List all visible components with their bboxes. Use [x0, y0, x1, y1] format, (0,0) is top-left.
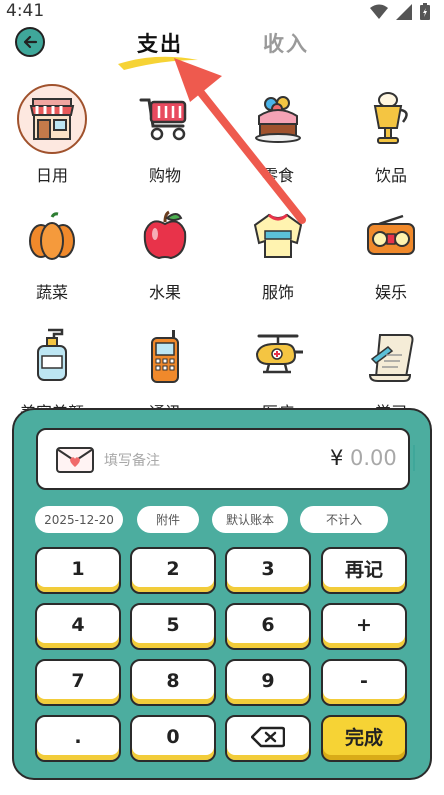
key-0[interactable]: 0 [130, 715, 216, 762]
record-again-button[interactable]: 再记 [321, 547, 407, 594]
phone-icon [130, 321, 200, 391]
envelope-icon [56, 447, 94, 473]
active-tab-underline [118, 56, 198, 70]
apple-icon [130, 201, 200, 271]
category-snacks[interactable]: 零食 [233, 84, 323, 194]
category-clothing[interactable]: 服饰 [233, 201, 323, 311]
arrow-left-icon [23, 35, 38, 49]
category-label: 服饰 [261, 283, 294, 302]
key-8[interactable]: 8 [130, 659, 216, 706]
battery-icon [420, 3, 430, 20]
keypad-panel: 填写备注 ¥ 0.00 2025-12-20 附件 默认账本 不计入 1 2 3… [12, 408, 432, 780]
attachment-chip[interactable]: 附件 [137, 506, 199, 533]
helicopter-icon [243, 321, 313, 391]
key-5[interactable]: 5 [130, 603, 216, 650]
key-minus[interactable]: - [321, 659, 407, 706]
category-label: 日用 [35, 166, 68, 185]
done-button[interactable]: 完成 [321, 715, 407, 762]
memo-field[interactable]: 填写备注 [104, 450, 160, 470]
key-1[interactable]: 1 [35, 547, 121, 594]
exclude-chip[interactable]: 不计入 [300, 506, 388, 533]
pumpkin-icon [17, 201, 87, 271]
key-6[interactable]: 6 [225, 603, 311, 650]
shopping-cart-icon [130, 84, 200, 154]
radio-icon [356, 201, 426, 271]
date-chip[interactable]: 2025-12-20 [35, 506, 123, 533]
amount-value: 0.00 [350, 446, 397, 470]
text-caret [413, 445, 415, 471]
category-label: 饮品 [374, 166, 407, 185]
key-4[interactable]: 4 [35, 603, 121, 650]
category-vegetables[interactable]: 蔬菜 [7, 201, 97, 311]
account-chip[interactable]: 默认账本 [212, 506, 288, 533]
category-label: 蔬菜 [35, 283, 68, 302]
key-9[interactable]: 9 [225, 659, 311, 706]
key-2[interactable]: 2 [130, 547, 216, 594]
back-button[interactable] [15, 27, 45, 57]
category-label: 娱乐 [374, 283, 407, 302]
backspace-button[interactable] [225, 715, 311, 762]
status-time: 4:41 [6, 1, 45, 21]
status-bar: 4:41 [0, 0, 444, 26]
scroll-icon [356, 321, 426, 391]
category-label: 水果 [148, 283, 181, 302]
amount-input-box[interactable]: 填写备注 ¥ 0.00 [36, 428, 415, 490]
category-shopping[interactable]: 购物 [120, 84, 210, 194]
key-3[interactable]: 3 [225, 547, 311, 594]
drink-icon [356, 84, 426, 154]
category-label: 零食 [261, 166, 294, 185]
sweater-icon [243, 201, 313, 271]
currency-symbol: ¥ [330, 446, 344, 470]
key-7[interactable]: 7 [35, 659, 121, 706]
tab-income[interactable]: 收入 [263, 28, 309, 58]
lotion-icon [17, 321, 87, 391]
category-drinks[interactable]: 饮品 [346, 84, 436, 194]
backspace-icon [251, 726, 285, 747]
key-plus[interactable]: + [321, 603, 407, 650]
category-daily[interactable]: 日用 [7, 84, 97, 194]
cake-icon [243, 84, 313, 154]
wifi-icon [370, 4, 388, 19]
category-entertainment[interactable]: 娱乐 [346, 201, 436, 311]
category-label: 购物 [148, 166, 181, 185]
signal-icon [396, 3, 412, 20]
top-bar: 支出 收入 [0, 24, 444, 64]
category-fruit[interactable]: 水果 [120, 201, 210, 311]
shop-icon [17, 84, 87, 154]
key-dot[interactable]: . [35, 715, 121, 762]
